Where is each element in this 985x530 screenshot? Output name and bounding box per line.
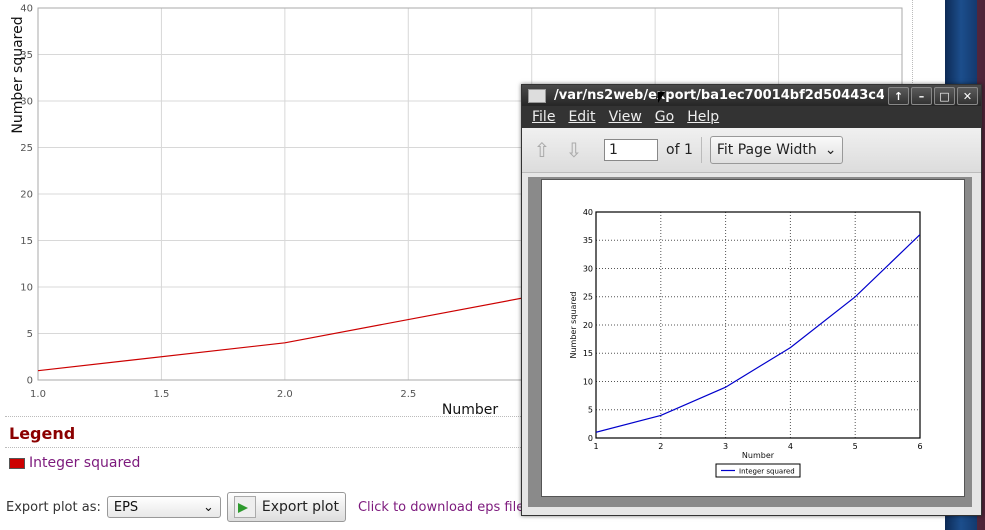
x-tick-label: 5 bbox=[853, 442, 858, 451]
legend-item[interactable]: Integer squared bbox=[9, 455, 140, 471]
legend-item-label: Integer squared bbox=[29, 455, 141, 471]
page-count: of 1 bbox=[666, 142, 693, 158]
viewer-menubar: File Edit View Go Help bbox=[522, 106, 981, 128]
menu-file[interactable]: File bbox=[532, 109, 555, 125]
y-axis-label: Number squared bbox=[10, 16, 26, 133]
y-tick-label: 10 bbox=[20, 283, 33, 294]
always-on-top-button[interactable]: ↑ bbox=[888, 87, 909, 105]
export-plot-button[interactable]: Export plot bbox=[226, 492, 346, 522]
legend-divider bbox=[5, 447, 525, 448]
y-tick-label: 25 bbox=[583, 293, 593, 302]
y-tick-label: 10 bbox=[583, 377, 593, 386]
menu-view[interactable]: View bbox=[609, 109, 642, 125]
y-tick-label: 0 bbox=[27, 376, 33, 387]
pdf-legend-label: Integer squared bbox=[739, 468, 795, 476]
y-tick-label: 5 bbox=[27, 329, 33, 340]
y-tick-label: 35 bbox=[583, 236, 593, 245]
toolbar-separator bbox=[700, 137, 702, 163]
maximize-button[interactable]: □ bbox=[934, 87, 955, 105]
page-number-input[interactable]: 1 bbox=[604, 139, 658, 161]
chevron-down-icon: ⌄ bbox=[824, 142, 837, 158]
x-tick-label: 6 bbox=[917, 442, 922, 451]
series-line bbox=[596, 234, 920, 433]
document-viewer-window: /var/ns2web/export/ba1ec70014bf2d50443c4… bbox=[521, 84, 982, 516]
document-icon bbox=[528, 88, 546, 103]
export-icon bbox=[233, 496, 256, 518]
zoom-value: Fit Page Width bbox=[716, 142, 817, 158]
x-tick-label: 2 bbox=[658, 442, 663, 451]
x-tick-label: 2.5 bbox=[400, 389, 416, 400]
pdf-legend: Integer squared bbox=[715, 463, 801, 478]
export-plot-button-label: Export plot bbox=[261, 499, 339, 515]
y-tick-label: 15 bbox=[20, 236, 33, 247]
viewer-title: /var/ns2web/export/ba1ec70014bf2d50443c4… bbox=[554, 88, 884, 103]
pdf-page: 1 2 3 4 5 6 0 5 10 15 20 25 30 35 40 Number Number squar… bbox=[541, 179, 965, 497]
mouse-cursor-icon bbox=[658, 92, 665, 103]
x-tick-label: 1.0 bbox=[30, 389, 46, 400]
y-tick-label: 20 bbox=[20, 190, 33, 201]
y-tick-label: 40 bbox=[583, 208, 593, 217]
export-label: Export plot as: bbox=[6, 499, 101, 515]
y-tick-label: 20 bbox=[583, 321, 593, 330]
y-tick-label: 40 bbox=[20, 4, 33, 15]
export-row: Export plot as: EPS ⌄ Export plot Click … bbox=[6, 492, 524, 522]
x-tick-label: 1.5 bbox=[153, 389, 169, 400]
chevron-down-icon: ⌄ bbox=[202, 499, 214, 515]
next-page-icon[interactable]: ⇩ bbox=[562, 137, 586, 163]
zoom-select[interactable]: Fit Page Width ⌄ bbox=[709, 136, 844, 164]
previous-page-icon[interactable]: ⇧ bbox=[530, 137, 554, 163]
x-axis-label: Number bbox=[442, 402, 498, 416]
window-buttons: ↑ – □ ✕ bbox=[888, 87, 978, 105]
y-axis-label: Number squared bbox=[569, 291, 578, 358]
y-tick-label: 0 bbox=[588, 434, 593, 443]
x-tick-label: 3 bbox=[723, 442, 728, 451]
menu-edit[interactable]: Edit bbox=[568, 109, 595, 125]
export-format-value: EPS bbox=[113, 499, 139, 515]
x-tick-label: 4 bbox=[788, 442, 793, 451]
x-axis-label: Number bbox=[742, 451, 775, 460]
y-tick-label: 30 bbox=[583, 264, 593, 273]
x-tick-label: 2.0 bbox=[277, 389, 293, 400]
viewer-toolbar: ⇧ ⇩ 1 of 1 Fit Page Width ⌄ bbox=[522, 128, 981, 173]
menu-go[interactable]: Go bbox=[655, 109, 674, 125]
viewer-titlebar[interactable]: /var/ns2web/export/ba1ec70014bf2d50443c4… bbox=[522, 85, 981, 106]
legend-swatch bbox=[9, 457, 25, 469]
document-view[interactable]: 1 2 3 4 5 6 0 5 10 15 20 25 30 35 40 Number Number squar… bbox=[528, 177, 972, 507]
pdf-chart: 1 2 3 4 5 6 0 5 10 15 20 25 30 35 40 Number Number squar… bbox=[569, 208, 923, 478]
export-format-select[interactable]: EPS ⌄ bbox=[106, 496, 221, 518]
minimize-button[interactable]: – bbox=[911, 87, 932, 105]
download-link[interactable]: Click to download eps file bbox=[358, 500, 524, 515]
y-tick-label: 15 bbox=[583, 349, 593, 358]
y-tick-label: 25 bbox=[20, 143, 33, 154]
legend-title: Legend bbox=[9, 424, 76, 443]
close-button[interactable]: ✕ bbox=[957, 87, 978, 105]
y-tick-label: 5 bbox=[588, 406, 593, 415]
x-tick-label: 1 bbox=[593, 442, 598, 451]
menu-help[interactable]: Help bbox=[687, 109, 719, 125]
